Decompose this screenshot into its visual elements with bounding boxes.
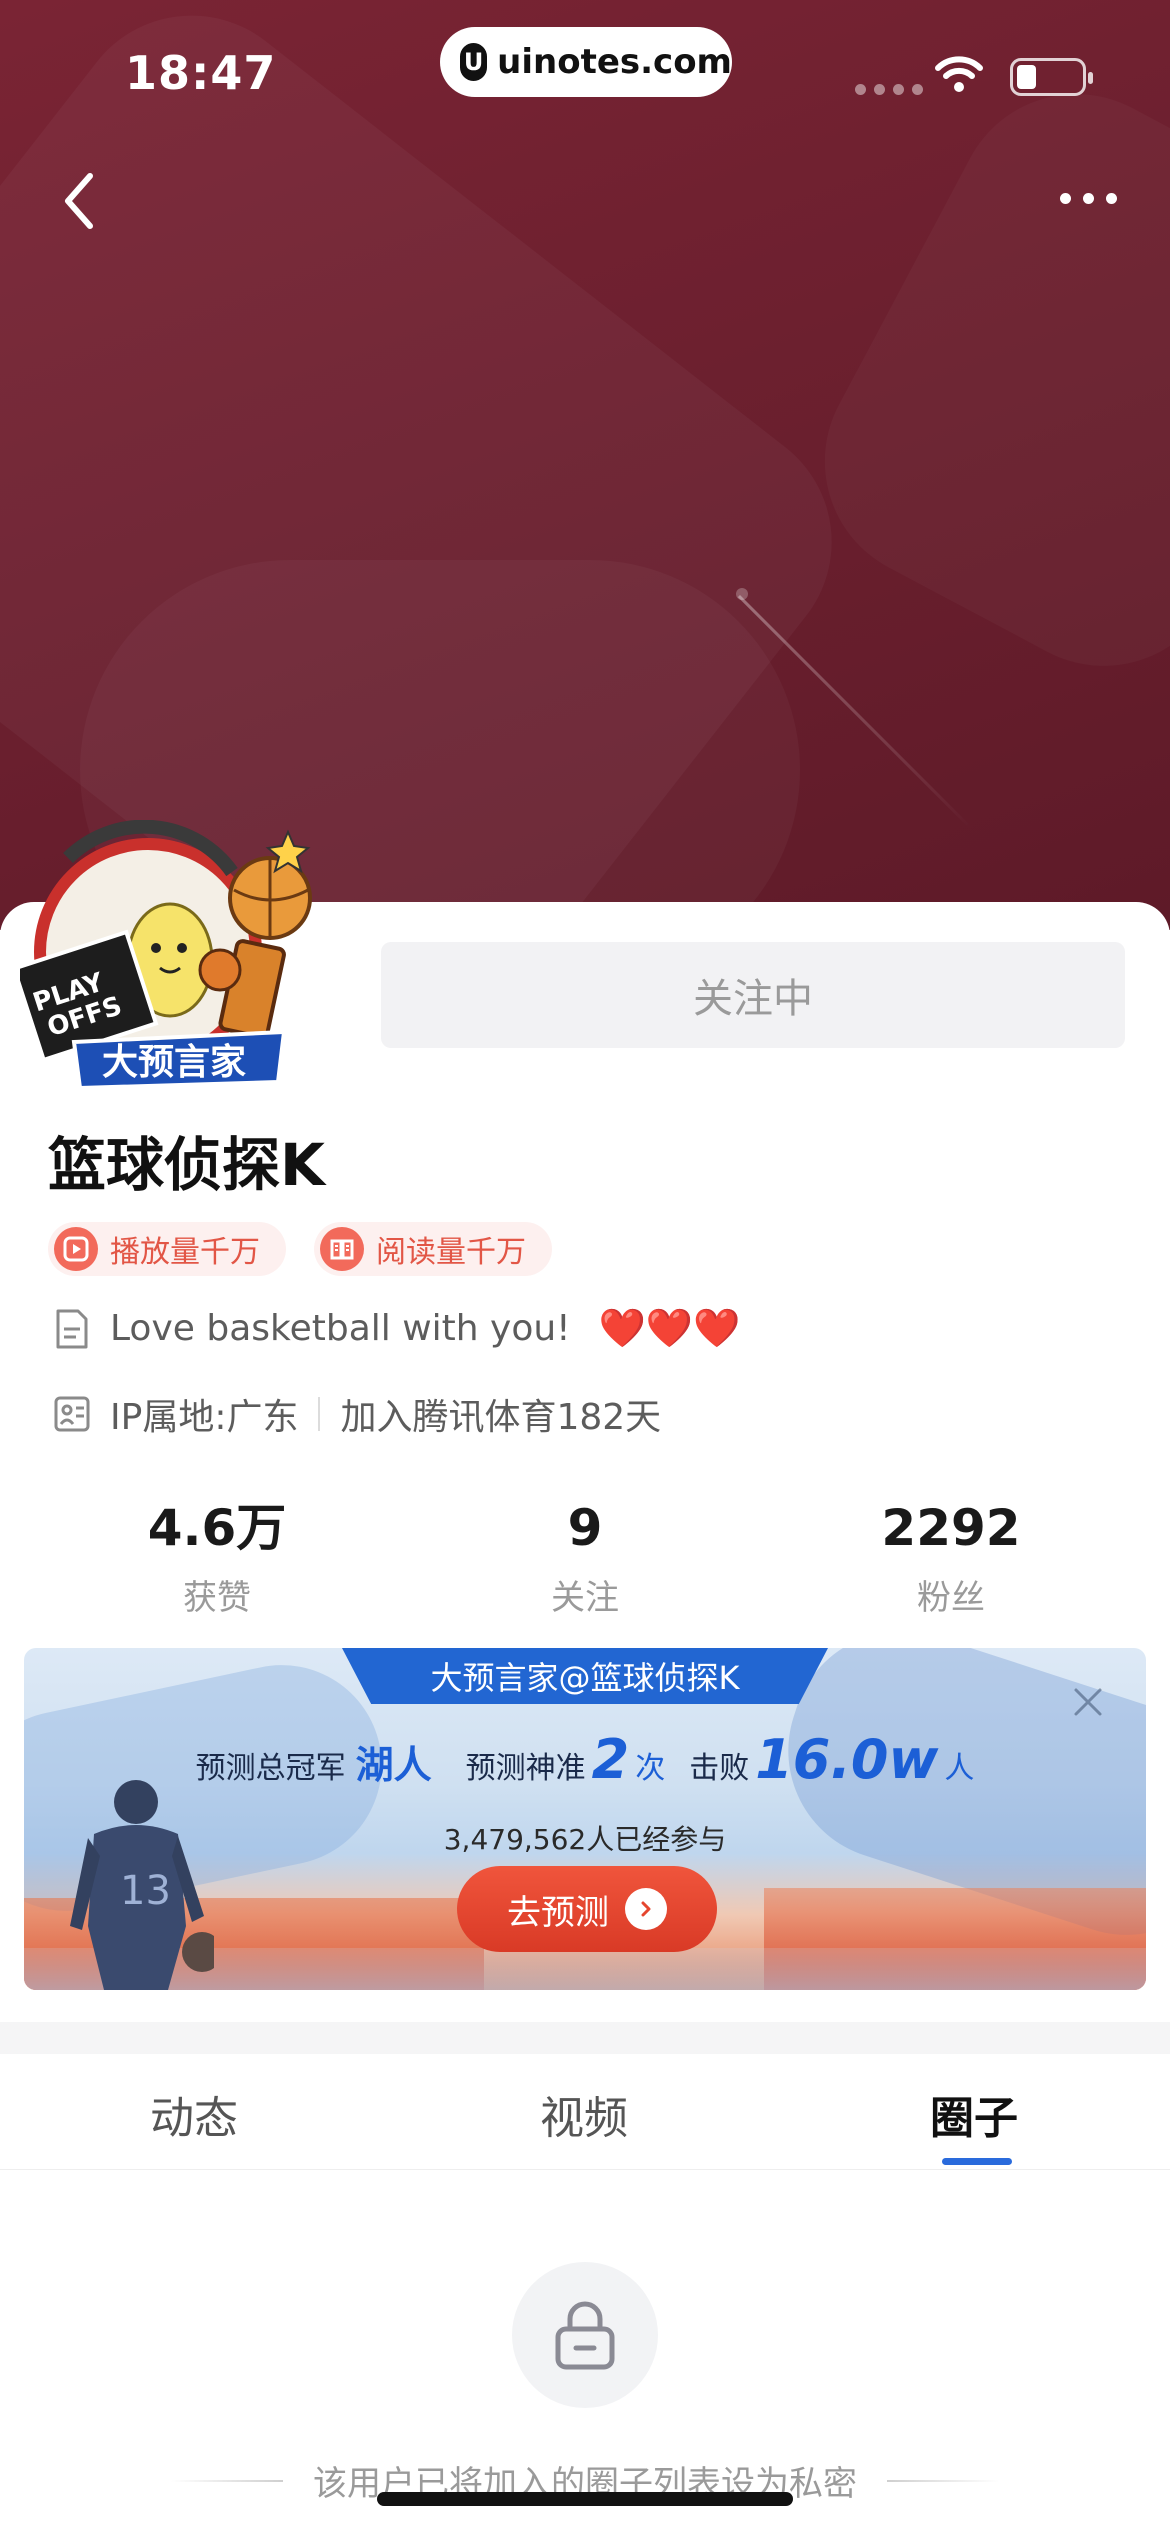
beat-unit: 人 [944,1751,975,1786]
profile-page: 18:47 U uinotes.com PLAY OFFS 大预言家 关注中 篮… [0,0,1170,2532]
stat-value: 2292 [881,1499,1021,1557]
url-text: uinotes.com [497,42,732,82]
home-indicator[interactable] [377,2492,793,2506]
predict-button-label: 去预测 [507,1892,609,1933]
accuracy-unit: 次 [635,1751,666,1786]
id-card-icon [54,1396,90,1432]
site-logo-icon: U [460,43,488,81]
stat-value: 9 [567,1499,603,1557]
joined-days: 加入腾讯体育182天 [340,1397,662,1438]
ip-location: IP属地:广东 [110,1397,299,1438]
accuracy-count: 2 [591,1728,630,1791]
signal-icon [855,84,923,95]
tab-video[interactable]: 视频 [484,2082,684,2146]
section-divider [0,2022,1170,2054]
status-time: 18:47 [125,46,277,100]
accuracy-label: 预测神准 [465,1751,586,1786]
beat-label: 击败 [689,1751,750,1786]
url-pill[interactable]: U uinotes.com [440,27,732,97]
bio-text: Love basketball with you! [110,1308,571,1349]
achievement-tags: 播放量千万 阅读量千万 [48,1222,552,1276]
tag-play-count[interactable]: 播放量千万 [48,1222,286,1276]
avatar[interactable]: PLAY OFFS 大预言家 [20,820,320,1100]
stat-likes[interactable]: 4.6万 获赞 [67,1496,367,1619]
profile-name: 篮球侦探K [48,1131,325,1199]
tab-activity[interactable]: 动态 [94,2082,294,2146]
stat-label: 粉丝 [917,1578,985,1618]
prediction-summary: 预测总冠军 湖人 预测神准 2 次 击败 16.0w 人 [24,1728,1146,1791]
lock-icon [512,2262,658,2408]
predict-button[interactable]: 去预测 [457,1866,717,1952]
tag-label: 阅读量千万 [376,1235,526,1270]
champion-team: 湖人 [355,1743,432,1787]
stat-value: 4.6万 [147,1499,287,1557]
more-icon[interactable] [1060,193,1117,204]
tab-circles[interactable]: 圈子 [874,2082,1074,2146]
stats-row: 4.6万 获赞 9 关注 2292 粉丝 [0,1496,1170,1626]
document-icon [56,1309,88,1348]
book-icon [320,1227,364,1271]
battery-icon [1010,58,1093,96]
tag-read-count[interactable]: 阅读量千万 [314,1222,552,1276]
banner-decor [783,52,1170,708]
bio-emoji: ❤️❤️❤️ [598,1306,741,1350]
player-number: 13 [120,1868,171,1914]
wifi-icon [935,56,983,92]
profile-header-banner [0,0,1170,930]
stat-label: 获赞 [183,1578,251,1618]
avatar-badge-text: 大预言家 [102,1042,246,1083]
close-icon[interactable] [1068,1682,1108,1722]
divider [887,2479,999,2482]
bio-row: Love basketball with you! ❤️❤️❤️ [52,1306,741,1351]
player-silhouette: 13 [70,1780,214,1990]
prediction-card[interactable]: 13 大预言家@篮球侦探K 预测总冠军 湖人 预测神准 2 次 击败 16.0w… [24,1648,1146,1990]
participants-count: 3,479,562人已经参与 [443,1823,727,1856]
content-tabs: 动态 视频 圈子 [0,2054,1170,2170]
prediction-title-tab: 大预言家@篮球侦探K [342,1648,828,1704]
prediction-title: 大预言家@篮球侦探K [430,1659,740,1697]
active-tab-indicator [942,2158,1012,2165]
tag-label: 播放量千万 [110,1235,260,1270]
play-icon [54,1227,98,1271]
following-button[interactable]: 关注中 [381,942,1125,1048]
stat-label: 关注 [551,1578,619,1618]
beat-value: 16.0w [755,1728,939,1791]
stat-following[interactable]: 9 关注 [435,1496,735,1619]
ip-row: IP属地:广东 加入腾讯体育182天 [52,1388,661,1440]
divider [318,1397,321,1431]
champion-label: 预测总冠军 [195,1751,346,1786]
stat-fans[interactable]: 2292 粉丝 [801,1496,1101,1619]
back-icon[interactable] [56,168,102,234]
divider [171,2479,283,2482]
chevron-right-icon [625,1888,667,1930]
